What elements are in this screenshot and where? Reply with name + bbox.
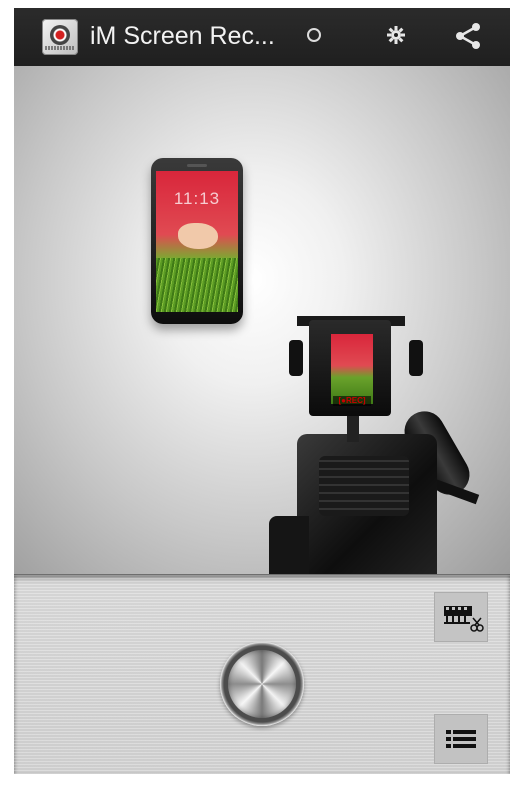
phone-clock: 11:13 <box>173 189 221 208</box>
phone-display: 11:13 <box>156 171 238 312</box>
grass-image <box>156 258 238 312</box>
action-bar: iM Screen Rec... <box>14 8 510 67</box>
hero-illustration: 11:13 [●REC] <box>14 66 510 574</box>
record-indicator-icon[interactable] <box>307 28 321 42</box>
rec-badge: [●REC] <box>333 396 371 406</box>
recordings-list-button[interactable] <box>434 714 488 764</box>
settings-gear-icon[interactable] <box>384 22 408 48</box>
phone-speaker <box>187 164 207 167</box>
smartphone-image: 11:13 <box>151 158 243 324</box>
app-screen: iM Screen Rec... 11:13 [●REC] <box>14 8 510 774</box>
record-button[interactable] <box>220 642 304 726</box>
camcorder-detail <box>319 456 409 516</box>
share-icon[interactable] <box>452 20 484 52</box>
record-button-face <box>228 650 296 718</box>
hand-image <box>178 223 218 249</box>
viewfinder-arm <box>347 416 359 442</box>
app-logo-icon[interactable] <box>42 19 78 55</box>
logo-text-decoration <box>45 46 75 50</box>
viewfinder-knob-left <box>289 340 303 376</box>
viewfinder-screen <box>331 334 373 404</box>
viewfinder-knob-right <box>409 340 423 376</box>
list-icon <box>446 730 476 748</box>
trim-video-button[interactable] <box>434 592 488 642</box>
control-panel <box>14 574 510 774</box>
camcorder-image: [●REC] <box>269 316 510 574</box>
film-trim-icon <box>444 606 484 632</box>
app-title: iM Screen Rec... <box>90 22 275 50</box>
camcorder-handle <box>269 516 309 574</box>
record-logo-icon <box>50 25 70 45</box>
